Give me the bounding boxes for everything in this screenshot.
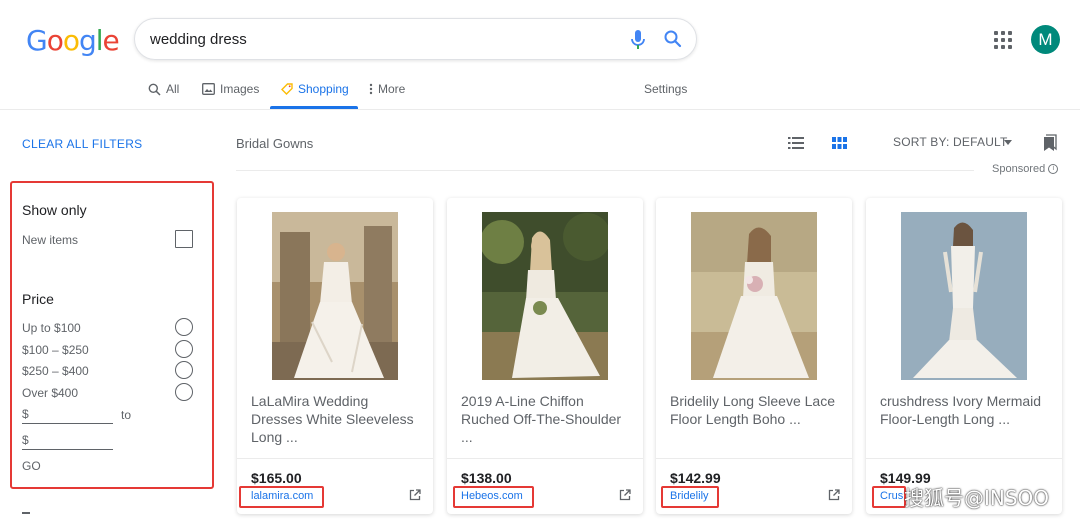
price-option-radio[interactable] [175,318,193,336]
logo-letter: e [102,24,120,57]
tab-label: All [166,82,180,96]
card-divider [237,458,433,459]
tab-images[interactable]: Images [202,82,259,96]
highlight-box [453,486,534,508]
tab-shopping[interactable]: Shopping [281,82,349,96]
product-image[interactable] [482,212,608,380]
image-icon [202,83,215,95]
settings-link[interactable]: Settings [644,82,687,96]
header-divider [0,109,1080,110]
min-price-prefix: $ [22,407,29,421]
chevron-down-icon[interactable] [1004,140,1012,145]
watermark: 搜狐号@INSOO [904,486,1050,510]
product-image[interactable] [901,212,1027,380]
product-price: $138.00 [461,470,512,486]
google-logo[interactable]: Google [26,24,120,57]
product-image[interactable] [272,212,398,380]
tab-label: Images [220,82,260,96]
price-option-label: $100 – $250 [22,343,89,357]
new-items-checkbox[interactable] [175,230,193,248]
product-card[interactable]: Bridelily Long Sleeve Lace Floor Length … [656,198,852,514]
price-option-label: $250 – $400 [22,364,89,378]
product-title[interactable]: 2019 A-Line Chiffon Ruched Off-The-Shoul… [461,392,633,446]
new-items-label: New items [22,233,79,247]
max-price-input[interactable] [22,449,113,450]
max-price-prefix: $ [22,433,29,447]
logo-letter: g [78,24,97,57]
product-title[interactable]: Bridelily Long Sleeve Lace Floor Length … [670,392,842,428]
tab-all[interactable]: All [148,82,179,96]
clear-all-filters-button[interactable]: CLEAR ALL FILTERS [22,137,142,151]
product-card[interactable]: 2019 A-Line Chiffon Ruched Off-The-Shoul… [447,198,643,514]
price-option-radio[interactable] [175,383,193,401]
toolbar-divider [236,170,974,171]
search-input[interactable]: wedding dress [150,31,247,48]
show-only-heading: Show only [22,202,87,218]
highlight-box [239,486,324,508]
open-external-icon[interactable] [619,489,631,501]
price-range-to: to [121,408,132,422]
logo-letter: o [62,24,80,57]
tab-label: More [378,82,406,96]
product-title[interactable]: LaLaMira Wedding Dresses White Sleeveles… [251,392,423,446]
logo-letter: l [95,24,104,57]
sponsored-label[interactable]: Sponsored i [992,163,1059,175]
price-option-radio[interactable] [175,361,193,379]
product-price: $165.00 [251,470,302,486]
info-icon[interactable]: i [1048,164,1059,174]
min-price-input[interactable] [22,423,113,424]
saved-list-icon[interactable] [1043,134,1057,152]
account-avatar[interactable]: M [1031,25,1060,54]
price-heading: Price [22,291,54,307]
next-filter-section [22,512,30,514]
card-divider [656,458,852,459]
highlight-box [661,486,719,508]
product-card[interactable]: crushdress Ivory Mermaid Floor-Length Lo… [866,198,1062,514]
tab-more[interactable]: More [369,82,405,96]
list-view-icon[interactable] [788,137,804,149]
price-option-label: Up to $100 [22,321,81,335]
search-icon [148,83,161,96]
sort-dropdown[interactable]: SORT BY: DEFAULT [893,135,1008,149]
price-option-label: Over $400 [22,386,79,400]
microphone-icon[interactable] [628,29,648,51]
product-price: $142.99 [670,470,721,486]
open-external-icon[interactable] [409,489,421,501]
apps-grid-icon[interactable] [994,31,1012,49]
go-button[interactable]: GO [22,459,41,473]
product-image[interactable] [691,212,817,380]
product-title[interactable]: crushdress Ivory Mermaid Floor-Length Lo… [880,392,1052,428]
tab-label: Shopping [298,82,349,96]
tag-icon [281,83,293,95]
logo-letter: G [26,24,48,57]
search-icon[interactable] [663,29,683,49]
more-vert-icon [369,83,373,95]
grid-view-icon[interactable] [832,137,847,149]
product-card[interactable]: LaLaMira Wedding Dresses White Sleeveles… [237,198,433,514]
card-divider [447,458,643,459]
logo-letter: o [46,24,64,57]
highlight-box [872,486,906,508]
card-divider [866,458,1062,459]
search-box[interactable]: wedding dress [134,18,697,60]
price-option-radio[interactable] [175,340,193,358]
open-external-icon[interactable] [828,489,840,501]
sponsored-text: Sponsored [992,163,1046,175]
category-label: Bridal Gowns [236,136,314,151]
